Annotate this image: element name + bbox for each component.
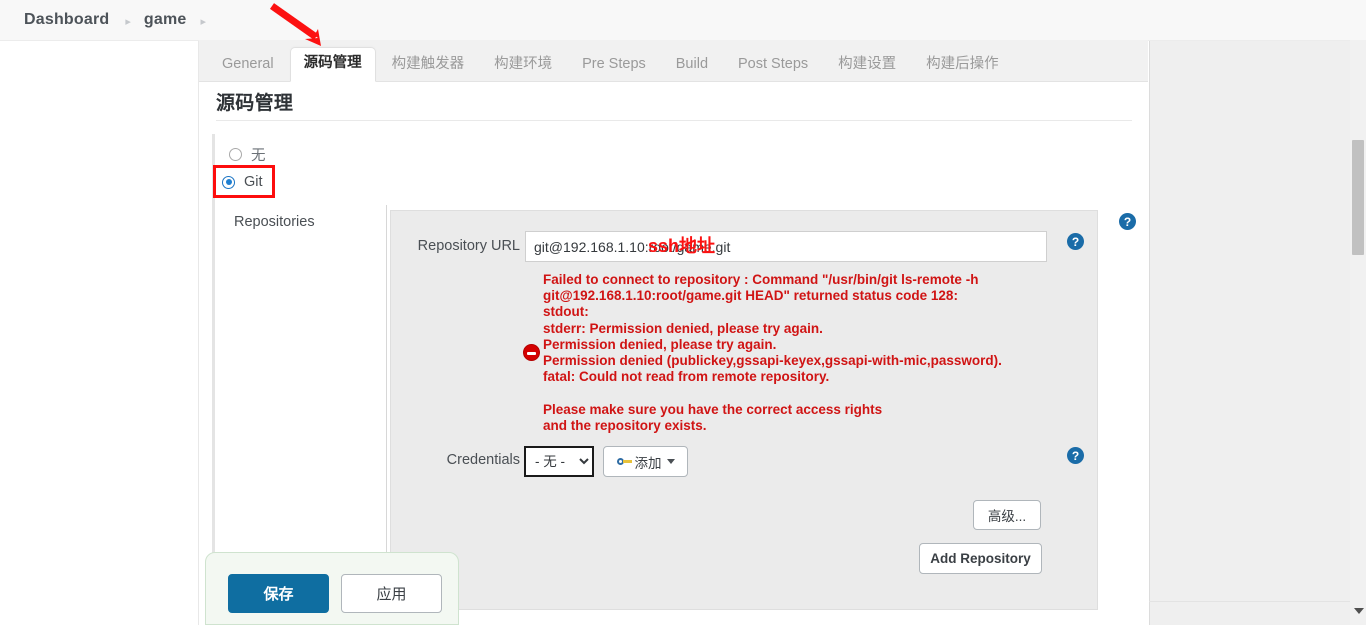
tab-build-settings[interactable]: 构建设置	[824, 48, 910, 82]
vertical-scrollbar-thumb[interactable]	[1352, 140, 1364, 255]
vertical-scrollbar-track[interactable]	[1350, 40, 1366, 625]
scm-option-none[interactable]: 无	[229, 140, 1132, 168]
key-icon	[616, 456, 632, 467]
repository-url-input[interactable]	[525, 231, 1047, 262]
credentials-help-icon[interactable]: ?	[1067, 447, 1084, 464]
repository-url-label: Repository URL	[417, 238, 520, 254]
tab-build-triggers[interactable]: 构建触发器	[378, 48, 479, 82]
tab-source-management[interactable]: 源码管理	[289, 47, 376, 82]
radio-git-icon[interactable]	[222, 175, 235, 189]
scm-option-none-label: 无	[251, 147, 266, 164]
add-credentials-button[interactable]: 添加	[603, 446, 688, 477]
tab-pre-steps[interactable]: Pre Steps	[568, 48, 660, 82]
repository-connection-error: Failed to connect to repository : Comman…	[543, 272, 1002, 433]
breadcrumb: Dashboard ▸ game ▸	[0, 0, 1366, 41]
scm-help-icon[interactable]: ?	[1119, 213, 1136, 230]
add-repository-button[interactable]: Add Repository	[919, 543, 1042, 574]
tab-post-steps[interactable]: Post Steps	[724, 48, 822, 82]
scm-radio-group: 无 Git	[212, 134, 1132, 209]
chevron-down-icon	[666, 459, 675, 464]
breadcrumb-item-game[interactable]: game	[144, 11, 187, 29]
breadcrumb-separator-trailing-icon: ▸	[200, 15, 207, 28]
tab-post-build-actions[interactable]: 构建后操作	[912, 48, 1013, 82]
gutter-divider	[1149, 601, 1366, 602]
title-divider	[216, 120, 1132, 121]
apply-button[interactable]: 应用	[341, 574, 442, 613]
add-credentials-label: 添加	[634, 455, 662, 471]
scroll-down-arrow-icon[interactable]	[1354, 608, 1364, 614]
credentials-label: Credentials	[446, 452, 520, 468]
breadcrumb-item-dashboard[interactable]: Dashboard	[24, 11, 109, 29]
breadcrumb-separator-icon: ▸	[125, 15, 131, 28]
tab-build-environment[interactable]: 构建环境	[480, 48, 566, 82]
page-title: 源码管理	[216, 93, 294, 114]
repositories-label: Repositories	[234, 214, 315, 230]
advanced-button[interactable]: 高级...	[973, 500, 1041, 530]
right-gutter	[1149, 40, 1366, 625]
save-button[interactable]: 保存	[228, 574, 329, 613]
scm-option-git[interactable]: Git	[222, 174, 263, 190]
config-tab-bar: General 源码管理 构建触发器 构建环境 Pre Steps Build …	[199, 40, 1148, 82]
repository-url-help-icon[interactable]: ?	[1067, 233, 1084, 250]
scm-option-git-placeholder: Git	[229, 175, 1132, 203]
error-icon	[523, 344, 540, 361]
left-gutter	[0, 40, 198, 625]
tab-general[interactable]: General	[208, 48, 288, 82]
credentials-select[interactable]: - 无 -	[524, 446, 594, 477]
radio-none-icon[interactable]	[229, 147, 242, 161]
scm-option-git-label: Git	[244, 174, 263, 190]
tab-build[interactable]: Build	[662, 48, 722, 82]
